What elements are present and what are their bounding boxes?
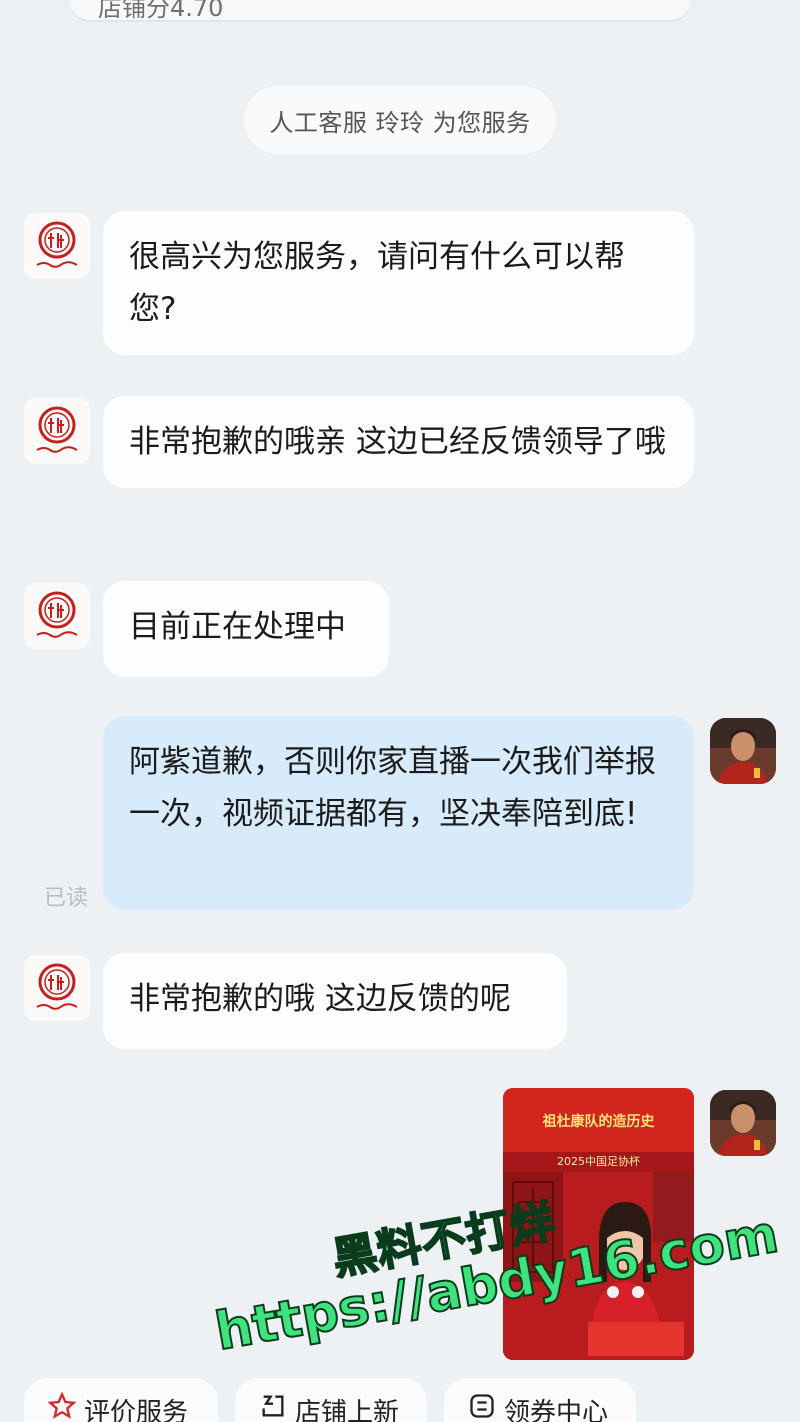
store-logo-icon [24, 213, 90, 279]
user-avatar[interactable] [710, 1090, 776, 1156]
user-avatar[interactable] [710, 718, 776, 784]
store-logo-icon [24, 583, 90, 649]
watermark-overlay: 黑料不打烊 https://abdy16.com [199, 1146, 784, 1404]
store-score-text: 店铺分4.70 [98, 0, 224, 22]
new-icon [259, 1392, 287, 1422]
rate-service-label: 评价服务 [84, 1398, 189, 1422]
store-avatar[interactable] [24, 955, 90, 1021]
coupon-icon [468, 1392, 496, 1422]
read-status-label: 已读 [44, 886, 89, 911]
store-info-card: 店铺分4.70 [0, 0, 800, 30]
coupon-center-button[interactable]: 领券中心 [444, 1378, 636, 1422]
store-message-bubble: 很高兴为您服务，请问有什么可以帮您? [103, 211, 694, 355]
store-avatar[interactable] [24, 398, 90, 464]
store-logo-icon [24, 398, 90, 464]
rate-service-button[interactable]: 评价服务 [24, 1378, 218, 1422]
store-avatar[interactable] [24, 213, 90, 279]
star-icon [47, 1391, 77, 1422]
store-logo-icon [24, 955, 90, 1021]
service-agent-notice: 人工客服 玲玲 为您服务 [244, 86, 556, 154]
image-banner-text: 祖杜康队的造历史 [503, 1088, 694, 1152]
store-new-arrivals-button[interactable]: 店铺上新 [235, 1378, 427, 1422]
user-photo-icon [710, 1090, 776, 1156]
store-message-bubble: 目前正在处理中 [103, 581, 389, 677]
coupon-center-label: 领券中心 [504, 1398, 609, 1422]
store-message-bubble: 非常抱歉的哦 这边反馈的呢 [103, 953, 567, 1049]
user-photo-icon [710, 718, 776, 784]
store-new-arrivals-label: 店铺上新 [295, 1398, 400, 1422]
user-message-bubble: 阿紫道歉，否则你家直播一次我们举报一次，视频证据都有，坚决奉陪到底! [103, 716, 694, 910]
store-message-bubble: 非常抱歉的哦亲 这边已经反馈领导了哦 [103, 396, 694, 488]
store-avatar[interactable] [24, 583, 90, 649]
